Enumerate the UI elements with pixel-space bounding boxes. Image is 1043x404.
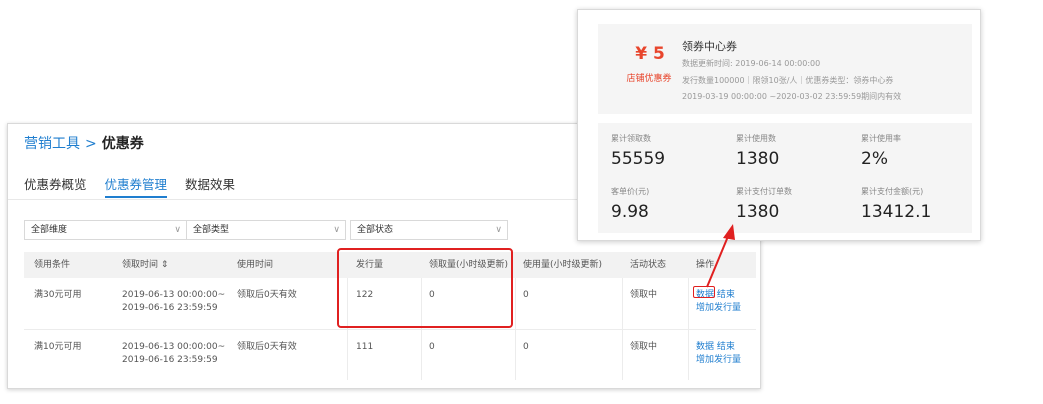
- annotation-arrow-line: [706, 233, 730, 288]
- annotation-arrow-head: [723, 224, 735, 240]
- annotation-arrow: [706, 224, 735, 288]
